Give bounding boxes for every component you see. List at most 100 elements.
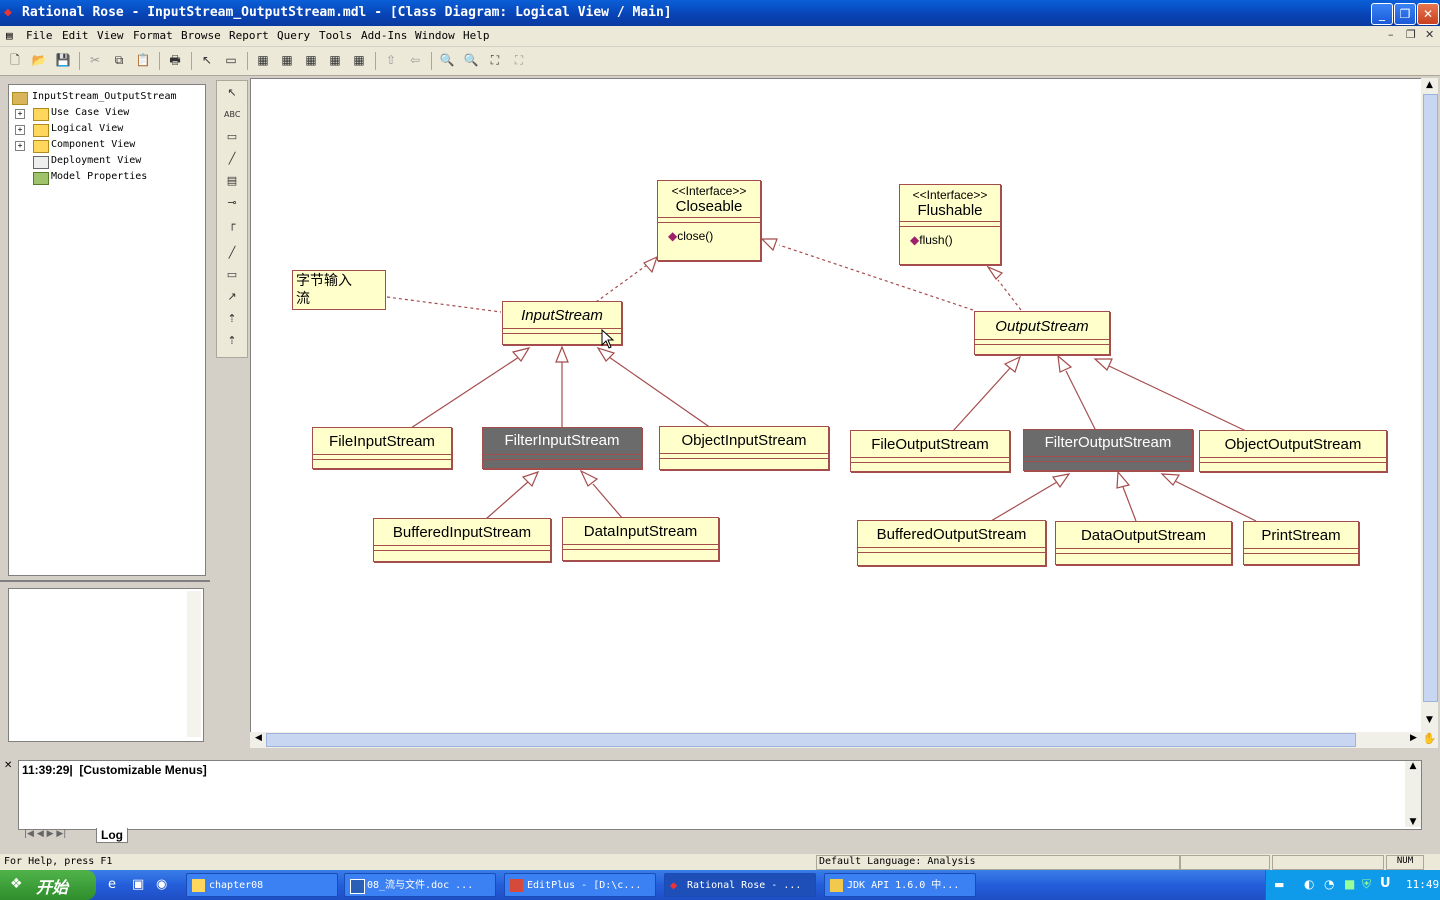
scroll-thumb[interactable] xyxy=(266,733,1356,747)
quick-launch-desktop-icon[interactable]: ▣ xyxy=(132,877,144,892)
browse-component-diagram-icon[interactable]: ▦ xyxy=(303,52,319,68)
close-button[interactable]: ✕ xyxy=(1417,3,1439,25)
undo-fit-icon[interactable]: ⛶ xyxy=(511,52,527,68)
antivirus-icon[interactable]: ■ xyxy=(1344,877,1355,891)
class-filteroutputstream[interactable]: FilterOutputStream xyxy=(1023,429,1193,471)
class-filterinputstream[interactable]: FilterInputStream xyxy=(482,427,642,469)
vertical-scrollbar[interactable]: ▲ ▼ xyxy=(1421,78,1438,732)
task-jdk-api[interactable]: JDK API 1.6.0 中... xyxy=(824,873,976,897)
volume-icon[interactable]: ◔ xyxy=(1324,877,1334,891)
tree-item-component-view[interactable]: + Component View xyxy=(15,139,201,155)
quick-launch-media-icon[interactable]: ◉ xyxy=(156,877,167,892)
context-help-icon[interactable]: ↖ xyxy=(199,52,215,68)
class-diagram-canvas[interactable]: <<Interface>> Closeable ◆close() <<Inter… xyxy=(250,78,1422,734)
doc-scrollbar[interactable] xyxy=(187,591,201,737)
task-chapter08[interactable]: chapter08 xyxy=(186,873,338,897)
view-doc-icon[interactable]: ▭ xyxy=(223,52,239,68)
menu-file[interactable]: File xyxy=(26,29,53,42)
realize-tool-icon[interactable]: ⇡ xyxy=(224,333,240,349)
class-fileoutputstream[interactable]: FileOutputStream xyxy=(850,430,1010,472)
new-icon[interactable]: 🗋 xyxy=(7,52,23,68)
scroll-up-icon[interactable]: ▲ xyxy=(1405,761,1421,771)
browse-deployment-diagram-icon[interactable]: ▦ xyxy=(351,52,367,68)
dependency-tool-icon[interactable]: ↗ xyxy=(224,289,240,305)
expand-icon[interactable]: + xyxy=(15,125,25,135)
expand-icon[interactable]: + xyxy=(15,109,25,119)
menu-format[interactable]: Format xyxy=(133,29,173,42)
interface-tool-icon[interactable]: ⊸ xyxy=(224,195,240,211)
browse-previous-icon[interactable]: ⇦ xyxy=(407,52,423,68)
menu-help[interactable]: Help xyxy=(463,29,490,42)
scroll-left-icon[interactable]: ◀ xyxy=(252,733,265,746)
class-outputstream[interactable]: OutputStream xyxy=(974,311,1110,355)
minimize-button[interactable]: _ xyxy=(1371,3,1393,25)
class-datainputstream[interactable]: DataInputStream xyxy=(562,517,719,561)
tab-nav-arrows-icon[interactable]: |◀ ◀ ▶ ▶| xyxy=(24,829,66,839)
tree-item-use-case-view[interactable]: + Use Case View xyxy=(15,107,201,123)
open-icon[interactable]: 📂 xyxy=(31,52,47,68)
scroll-up-icon[interactable]: ▲ xyxy=(1423,80,1436,93)
log-window[interactable]: 11:39:29| [Customizable Menus] ▲ ▼ xyxy=(18,760,1422,830)
class-flushable[interactable]: <<Interface>> Flushable ◆flush() xyxy=(899,184,1001,265)
pane-splitter[interactable] xyxy=(0,580,210,582)
fit-in-window-icon[interactable]: ⛶ xyxy=(487,52,503,68)
zoom-in-icon[interactable]: 🔍 xyxy=(439,52,455,68)
copy-icon[interactable]: ⧉ xyxy=(111,52,127,68)
mdi-close-button[interactable]: ✕ xyxy=(1425,28,1434,41)
class-tool-icon[interactable]: ▤ xyxy=(224,173,240,189)
network-icon[interactable]: ◐ xyxy=(1304,877,1314,891)
scroll-down-icon[interactable]: ▼ xyxy=(1405,817,1421,827)
browse-parent-icon[interactable]: ⇧ xyxy=(383,52,399,68)
aggregation-tool-icon[interactable]: ╱ xyxy=(224,245,240,261)
tree-item-deployment-view[interactable]: Deployment View xyxy=(15,155,201,171)
keyboard-icon[interactable]: ▬ xyxy=(1274,878,1284,891)
print-icon[interactable]: 🖶 xyxy=(167,52,183,68)
scroll-thumb[interactable] xyxy=(1423,94,1438,702)
tab-log[interactable]: Log xyxy=(96,828,128,843)
class-objectinputstream[interactable]: ObjectInputStream xyxy=(659,426,829,470)
pan-hand-icon[interactable]: ✋ xyxy=(1422,732,1437,747)
mdi-restore-button[interactable]: ❐ xyxy=(1406,28,1416,41)
save-icon[interactable]: 💾 xyxy=(55,52,71,68)
tree-item-model-properties[interactable]: Model Properties xyxy=(15,171,201,187)
shield-icon[interactable]: ⛨ xyxy=(1362,877,1371,892)
text-tool-icon[interactable]: ABC xyxy=(224,107,240,123)
browse-state-diagram-icon[interactable]: ▦ xyxy=(327,52,343,68)
class-dataoutputstream[interactable]: DataOutputStream xyxy=(1055,521,1232,565)
ime-icon[interactable]: U xyxy=(1380,876,1391,891)
mdi-minimize-button[interactable]: – xyxy=(1388,28,1394,41)
log-scrollbar[interactable]: ▲ ▼ xyxy=(1405,761,1421,827)
association-tool-icon[interactable]: ┌ xyxy=(224,217,240,233)
quick-launch-ie-icon[interactable]: e xyxy=(108,877,116,892)
anchor-note-tool-icon[interactable]: ╱ xyxy=(224,151,240,167)
cut-icon[interactable]: ✂ xyxy=(87,52,103,68)
class-bufferedinputstream[interactable]: BufferedInputStream xyxy=(373,518,551,562)
horizontal-scrollbar[interactable]: ◀ ▶ ✋ xyxy=(250,732,1438,748)
tree-root[interactable]: InputStream_OutputStream xyxy=(12,91,202,107)
menu-tools[interactable]: Tools xyxy=(319,29,352,42)
menu-report[interactable]: Report xyxy=(229,29,269,42)
paste-icon[interactable]: 📋 xyxy=(135,52,151,68)
class-closeable[interactable]: <<Interface>> Closeable ◆close() xyxy=(657,180,761,261)
tree-item-logical-view[interactable]: + Logical View xyxy=(15,123,201,139)
class-objectoutputstream[interactable]: ObjectOutputStream xyxy=(1199,430,1387,472)
note-box[interactable]: 字节输入 流 xyxy=(292,270,386,310)
documentation-pane[interactable] xyxy=(8,588,204,742)
class-printstream[interactable]: PrintStream xyxy=(1243,521,1359,565)
document-icon[interactable]: ▤ xyxy=(6,29,13,42)
log-close-icon[interactable]: ✕ xyxy=(4,760,16,780)
browse-interaction-diagram-icon[interactable]: ▦ xyxy=(279,52,295,68)
package-tool-icon[interactable]: ▭ xyxy=(224,267,240,283)
task-rational-rose[interactable]: ◆ Rational Rose - ... xyxy=(664,873,816,897)
zoom-out-icon[interactable]: 🔍 xyxy=(463,52,479,68)
class-fileinputstream[interactable]: FileInputStream xyxy=(312,427,452,469)
menu-add-ins[interactable]: Add-Ins xyxy=(361,29,407,42)
expand-icon[interactable]: + xyxy=(15,141,25,151)
selection-tool-icon[interactable]: ↖ xyxy=(224,85,240,101)
restore-button[interactable]: ❐ xyxy=(1394,3,1416,25)
menu-query[interactable]: Query xyxy=(277,29,310,42)
generalization-tool-icon[interactable]: ⇡ xyxy=(224,311,240,327)
menu-view[interactable]: View xyxy=(97,29,124,42)
browse-class-diagram-icon[interactable]: ▦ xyxy=(255,52,271,68)
note-tool-icon[interactable]: ▭ xyxy=(224,129,240,145)
